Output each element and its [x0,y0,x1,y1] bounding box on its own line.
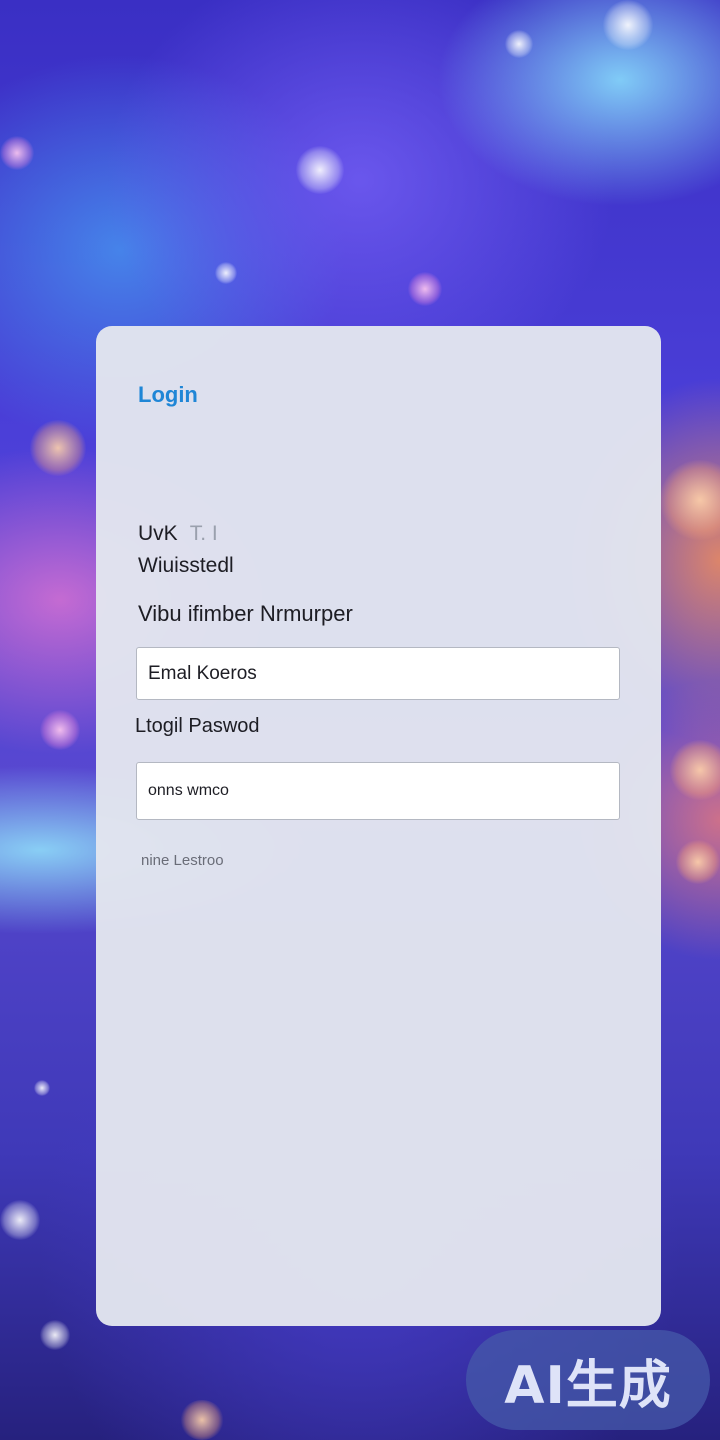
password-label: Ltogil Paswod [135,715,260,737]
bokeh-light [670,740,720,800]
bokeh-light [180,1400,224,1440]
bokeh-light [296,146,344,194]
ai-generated-watermark: AI生成 [466,1330,710,1430]
bokeh-light [660,460,720,540]
bokeh-light [34,1080,50,1096]
welcome-text: Wiuisstedl [138,554,234,577]
bokeh-light [40,710,80,750]
intro-line-faded: T. I [189,522,218,545]
login-card: Login UvK T. I Wiuisstedl Vibu ifimber Nr… [96,326,661,1326]
bokeh-light [40,1320,70,1350]
forgot-password-link[interactable]: nine Lestroo [141,852,224,869]
intro-line: UvK T. I [138,522,218,546]
bokeh-light [0,136,34,170]
password-field[interactable] [136,762,620,820]
bokeh-light [215,262,237,284]
bokeh-light [408,272,442,306]
bokeh-light [0,1200,40,1240]
bokeh-light [505,30,533,58]
phone-number-label: Vibu ifimber Nrmurper [138,601,353,626]
intro-line-main: UvK [138,522,178,545]
bokeh-light [603,0,653,50]
bokeh-light [676,840,720,884]
page-title: Login [138,382,198,407]
email-field[interactable] [136,647,620,700]
bokeh-light [30,420,86,476]
